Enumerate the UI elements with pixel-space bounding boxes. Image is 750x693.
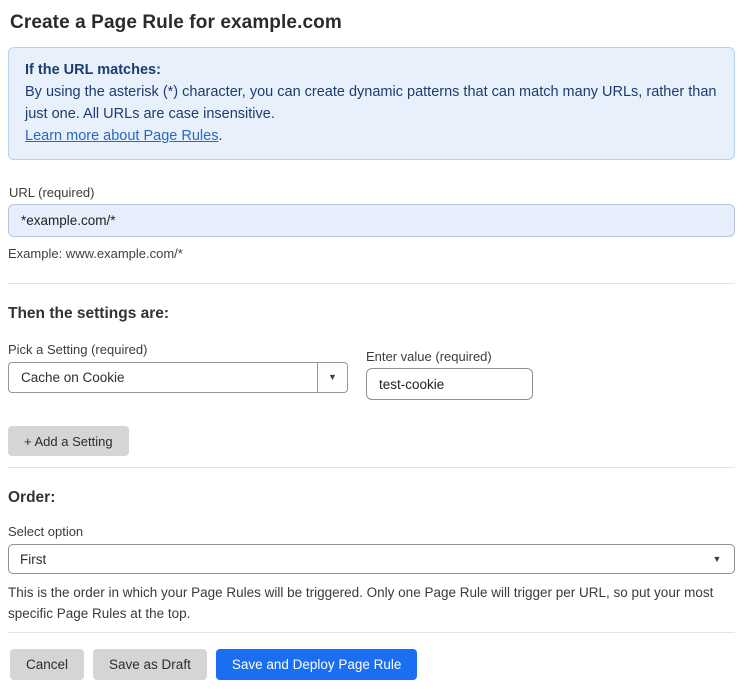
page-rule-form: Create a Page Rule for example.com If th… [0,0,750,680]
order-section-heading: Order: [8,489,56,506]
url-example-helper: Example: www.example.com/* [8,246,183,261]
order-helper-text: This is the order in which your Page Rul… [8,585,714,621]
url-field-label: URL (required) [9,185,95,200]
enter-value-label: Enter value (required) [366,349,492,364]
setting-select-value: Cache on Cookie [21,370,125,385]
save-as-draft-button[interactable]: Save as Draft [93,649,207,680]
chevron-down-icon: ▼ [328,372,337,382]
order-select[interactable]: First ▼ [8,544,735,574]
order-select-arrow: ▼ [700,545,734,573]
info-box-link-line: Learn more about Page Rules. [25,125,718,147]
divider [8,467,735,468]
footer-button-row: Cancel Save as Draft Save and Deploy Pag… [8,649,735,680]
setting-select[interactable]: Cache on Cookie ▼ [8,362,348,393]
learn-more-link[interactable]: Learn more about Page Rules [25,128,218,144]
page-title: Create a Page Rule for example.com [10,12,342,33]
url-matches-info-box: If the URL matches: By using the asteris… [8,47,735,160]
cancel-button[interactable]: Cancel [10,649,85,680]
info-box-heading: If the URL matches: [25,62,161,78]
enter-value-column: Enter value (required) [366,349,533,400]
chevron-down-icon: ▼ [712,553,722,564]
settings-row: Pick a Setting (required) Cache on Cooki… [8,342,735,400]
pick-setting-column: Pick a Setting (required) Cache on Cooki… [8,342,348,393]
setting-select-arrow-button[interactable]: ▼ [317,363,347,392]
settings-section-heading: Then the settings are: [8,305,170,322]
info-box-body: By using the asterisk (*) character, you… [25,84,717,122]
divider [8,632,735,633]
link-period: . [218,128,223,144]
order-select-label: Select option [8,524,84,539]
pick-setting-label: Pick a Setting (required) [8,342,148,357]
setting-value-input[interactable] [366,368,533,400]
order-select-value: First [20,551,47,567]
save-and-deploy-button[interactable]: Save and Deploy Page Rule [215,649,418,680]
url-input[interactable] [8,204,735,237]
divider [8,283,735,284]
add-setting-button[interactable]: + Add a Setting [8,426,129,456]
